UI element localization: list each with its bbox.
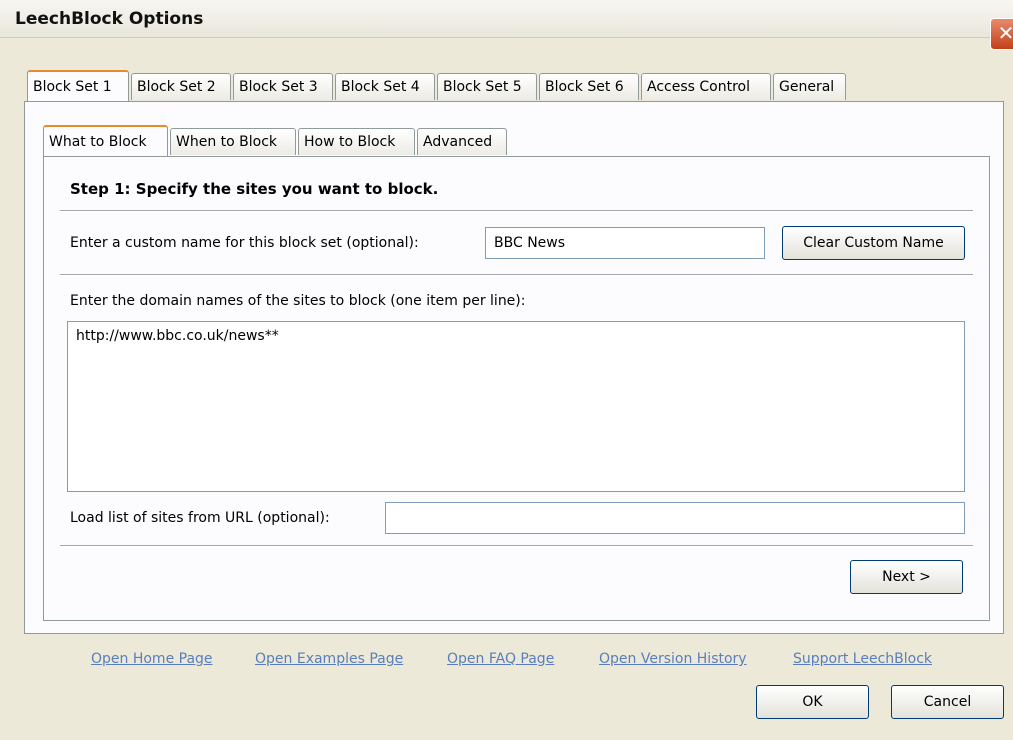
support-leechblock-link[interactable]: Support LeechBlock (793, 651, 932, 667)
cancel-button[interactable]: Cancel (891, 685, 1004, 719)
ok-button[interactable]: OK (756, 685, 869, 719)
tab-block-set-6[interactable]: Block Set 6 (539, 73, 639, 100)
tab-when-to-block[interactable]: When to Block (170, 128, 296, 155)
next-button[interactable]: Next > (850, 560, 963, 594)
step-title: Step 1: Specify the sites you want to bl… (70, 180, 439, 198)
divider (60, 274, 973, 276)
open-faq-page-link[interactable]: Open FAQ Page (447, 651, 554, 667)
url-label: Load list of sites from URL (optional): (70, 510, 330, 526)
tab-block-set-3[interactable]: Block Set 3 (233, 73, 333, 100)
open-version-history-link[interactable]: Open Version History (599, 651, 747, 667)
tab-advanced[interactable]: Advanced (417, 128, 507, 155)
domains-textarea[interactable]: http://www.bbc.co.uk/news** (67, 321, 965, 492)
close-icon: ✕ (997, 21, 1013, 45)
divider (60, 210, 973, 212)
open-home-page-link[interactable]: Open Home Page (91, 651, 213, 667)
custom-name-input[interactable] (485, 227, 765, 259)
tab-what-to-block[interactable]: What to Block (43, 125, 168, 156)
tab-how-to-block[interactable]: How to Block (298, 128, 415, 155)
url-input[interactable] (385, 502, 965, 534)
tab-block-set-2[interactable]: Block Set 2 (131, 73, 231, 100)
domains-label: Enter the domain names of the sites to b… (70, 293, 526, 309)
main-tab-strip: Block Set 1 Block Set 2 Block Set 3 Bloc… (24, 70, 924, 103)
close-window-button[interactable]: ✕ (990, 18, 1013, 50)
tab-block-set-1[interactable]: Block Set 1 (27, 70, 129, 101)
tab-block-set-5[interactable]: Block Set 5 (437, 73, 537, 100)
tab-general[interactable]: General (773, 73, 846, 100)
clear-custom-name-button[interactable]: Clear Custom Name (782, 226, 965, 260)
custom-name-label: Enter a custom name for this block set (… (70, 235, 419, 251)
tab-access-control[interactable]: Access Control (641, 73, 771, 100)
sub-tab-strip: What to Block When to Block How to Block… (43, 125, 643, 158)
divider (60, 545, 973, 547)
window-title: LeechBlock Options (15, 9, 204, 29)
title-bar: LeechBlock Options (0, 0, 1013, 38)
open-examples-page-link[interactable]: Open Examples Page (255, 651, 403, 667)
tab-block-set-4[interactable]: Block Set 4 (335, 73, 435, 100)
